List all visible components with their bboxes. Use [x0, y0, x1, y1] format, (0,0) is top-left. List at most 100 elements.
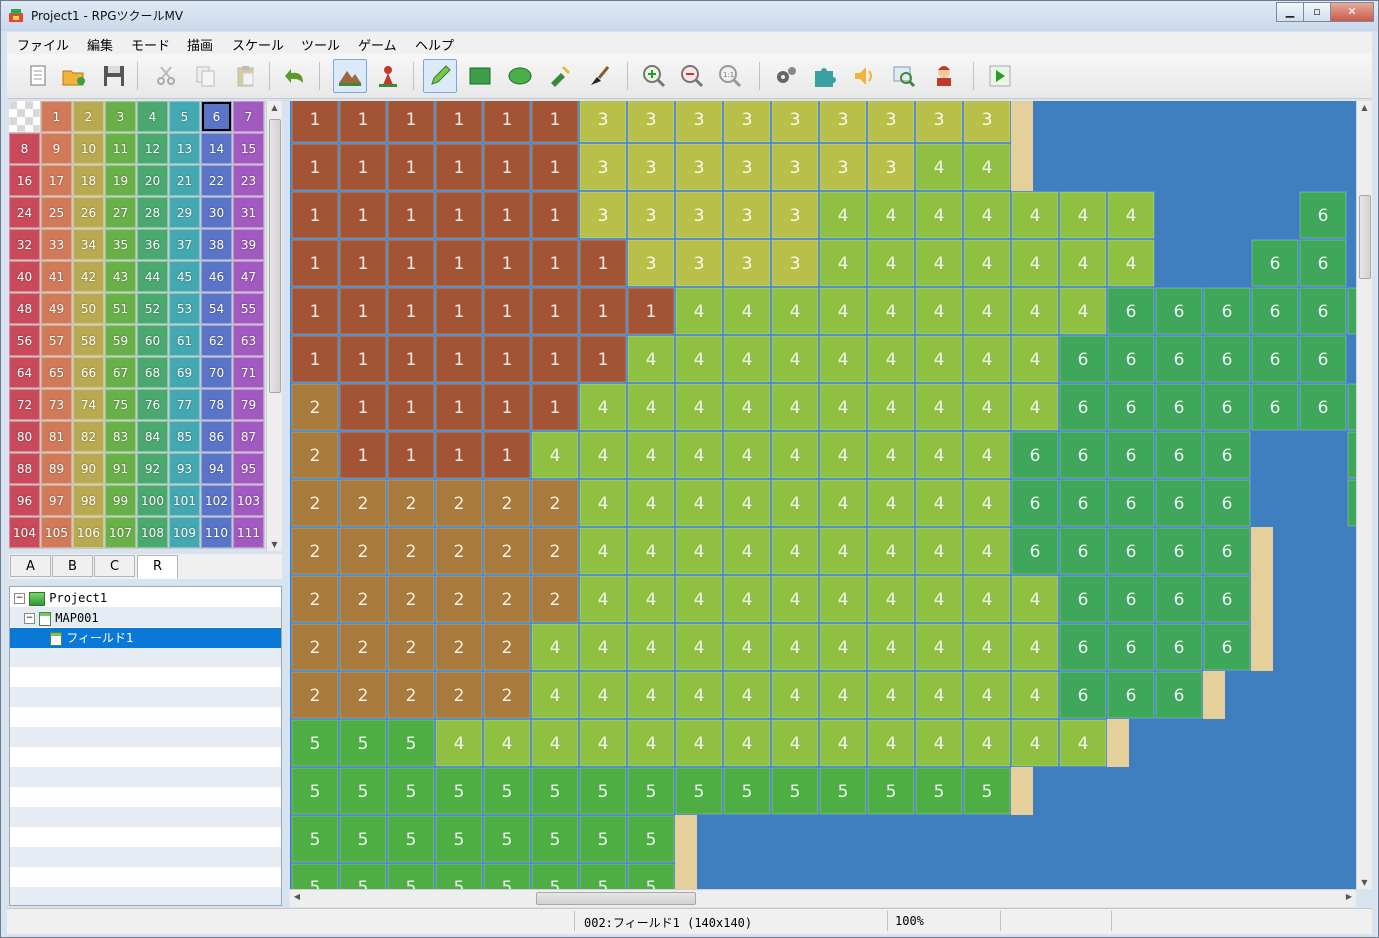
region-tile[interactable]: 99 [105, 485, 136, 516]
region-tile[interactable]: 59 [105, 325, 136, 356]
pencil-button[interactable] [423, 59, 457, 93]
cut-button[interactable] [149, 59, 183, 93]
region-tile[interactable]: 75 [105, 389, 136, 420]
region-tile[interactable]: 37 [169, 229, 200, 260]
region-tile[interactable]: 89 [41, 453, 72, 484]
region-tile[interactable]: 38 [201, 229, 232, 260]
region-tile[interactable]: 11 [105, 133, 136, 164]
scroll-down-icon[interactable]: ▼ [1357, 878, 1372, 887]
map-hscroll-thumb[interactable] [536, 892, 696, 905]
palette-scrollbar[interactable]: ▲ ▼ [266, 101, 282, 551]
map-vertical-scrollbar[interactable]: ▲ ▼ [1356, 101, 1372, 889]
region-tile[interactable]: 44 [137, 261, 168, 292]
minimize-button[interactable]: ▁ [1276, 2, 1304, 22]
scroll-up-icon[interactable]: ▲ [1357, 103, 1372, 112]
region-tile[interactable]: 41 [41, 261, 72, 292]
region-tile[interactable]: 64 [9, 357, 40, 388]
region-cell[interactable] [1347, 287, 1356, 335]
region-tile[interactable]: 93 [169, 453, 200, 484]
region-tile[interactable]: 4 [137, 101, 168, 132]
region-tile[interactable]: 22 [201, 165, 232, 196]
rectangle-button[interactable] [463, 59, 497, 93]
region-tile[interactable]: 15 [233, 133, 264, 164]
zoom-in-button[interactable] [637, 59, 671, 93]
region-tile[interactable]: 27 [105, 197, 136, 228]
region-tile[interactable]: 66 [73, 357, 104, 388]
region-tile[interactable]: 81 [41, 421, 72, 452]
region-tile[interactable]: 5 [169, 101, 200, 132]
ellipse-button[interactable] [503, 59, 537, 93]
region-tile[interactable]: 36 [137, 229, 168, 260]
zoom-out-button[interactable] [675, 59, 709, 93]
tree-node-project[interactable]: − Project1 [14, 588, 107, 608]
region-tile[interactable]: 58 [73, 325, 104, 356]
scroll-right-icon[interactable]: ▶ [1344, 892, 1354, 901]
region-tile[interactable]: 62 [201, 325, 232, 356]
region-tile[interactable]: 72 [9, 389, 40, 420]
water-tile[interactable] [1203, 191, 1251, 239]
region-tile[interactable]: 25 [41, 197, 72, 228]
region-tile[interactable]: 35 [105, 229, 136, 260]
region-tile[interactable]: 57 [41, 325, 72, 356]
region-tile[interactable]: 30 [201, 197, 232, 228]
region-tile[interactable]: 12 [137, 133, 168, 164]
flood-fill-button[interactable] [543, 59, 577, 93]
tab-b[interactable]: B [52, 555, 93, 577]
region-tile[interactable]: 76 [137, 389, 168, 420]
region-tile[interactable]: 8 [9, 133, 40, 164]
water-tile[interactable] [1203, 239, 1251, 287]
region-tile[interactable] [9, 101, 40, 132]
menu-mode[interactable]: モード [131, 35, 170, 54]
region-tile[interactable]: 20 [137, 165, 168, 196]
water-tile[interactable] [1251, 191, 1299, 239]
water-tile[interactable] [1155, 191, 1203, 239]
region-tile[interactable]: 49 [41, 293, 72, 324]
region-tile[interactable]: 54 [201, 293, 232, 324]
region-tile[interactable]: 10 [73, 133, 104, 164]
region-tile[interactable]: 90 [73, 453, 104, 484]
region-tile[interactable]: 61 [169, 325, 200, 356]
map-mode-button[interactable] [333, 59, 367, 93]
region-tile[interactable]: 84 [137, 421, 168, 452]
region-tile[interactable]: 80 [9, 421, 40, 452]
character-generator-button[interactable] [927, 59, 961, 93]
playtest-button[interactable] [983, 59, 1017, 93]
scroll-up-icon[interactable]: ▲ [267, 103, 282, 112]
menu-draw[interactable]: 描画 [187, 35, 213, 54]
water-tile[interactable] [1299, 479, 1347, 527]
region-tile[interactable]: 98 [73, 485, 104, 516]
menu-edit[interactable]: 編集 [87, 35, 113, 54]
region-tile[interactable]: 29 [169, 197, 200, 228]
region-tile[interactable]: 83 [105, 421, 136, 452]
collapse-icon[interactable]: − [24, 613, 35, 624]
region-tile[interactable]: 42 [73, 261, 104, 292]
region-tile[interactable]: 106 [73, 517, 104, 548]
region-tile[interactable]: 65 [41, 357, 72, 388]
save-project-button[interactable] [97, 59, 131, 93]
region-tile[interactable]: 103 [233, 485, 264, 516]
region-tile[interactable]: 16 [9, 165, 40, 196]
open-project-button[interactable] [57, 59, 91, 93]
region-tile[interactable]: 110 [201, 517, 232, 548]
region-tile[interactable]: 108 [137, 517, 168, 548]
region-tile[interactable]: 101 [169, 485, 200, 516]
region-tile[interactable]: 85 [169, 421, 200, 452]
region-tile[interactable]: 21 [169, 165, 200, 196]
region-tile[interactable]: 52 [137, 293, 168, 324]
map-vscroll-thumb[interactable] [1359, 195, 1371, 279]
region-cell[interactable] [1347, 479, 1356, 527]
map-horizontal-scrollbar[interactable]: ◀ ▶ [290, 889, 1356, 907]
region-tile[interactable]: 87 [233, 421, 264, 452]
region-tile[interactable]: 47 [233, 261, 264, 292]
region-tile[interactable]: 18 [73, 165, 104, 196]
region-tile[interactable]: 60 [137, 325, 168, 356]
region-tile[interactable]: 71 [233, 357, 264, 388]
event-search-button[interactable] [887, 59, 921, 93]
region-tile[interactable]: 9 [41, 133, 72, 164]
region-tile[interactable]: 77 [169, 389, 200, 420]
menu-help[interactable]: ヘルプ [415, 35, 454, 54]
region-tile[interactable]: 104 [9, 517, 40, 548]
region-tile[interactable]: 17 [41, 165, 72, 196]
region-tile[interactable]: 23 [233, 165, 264, 196]
tile-palette[interactable]: 1 2 3 4 5 6 7 8 9 10 11 12 13 14 15 16 17 18 19 20 21 22 23 24 2… [9, 101, 265, 549]
